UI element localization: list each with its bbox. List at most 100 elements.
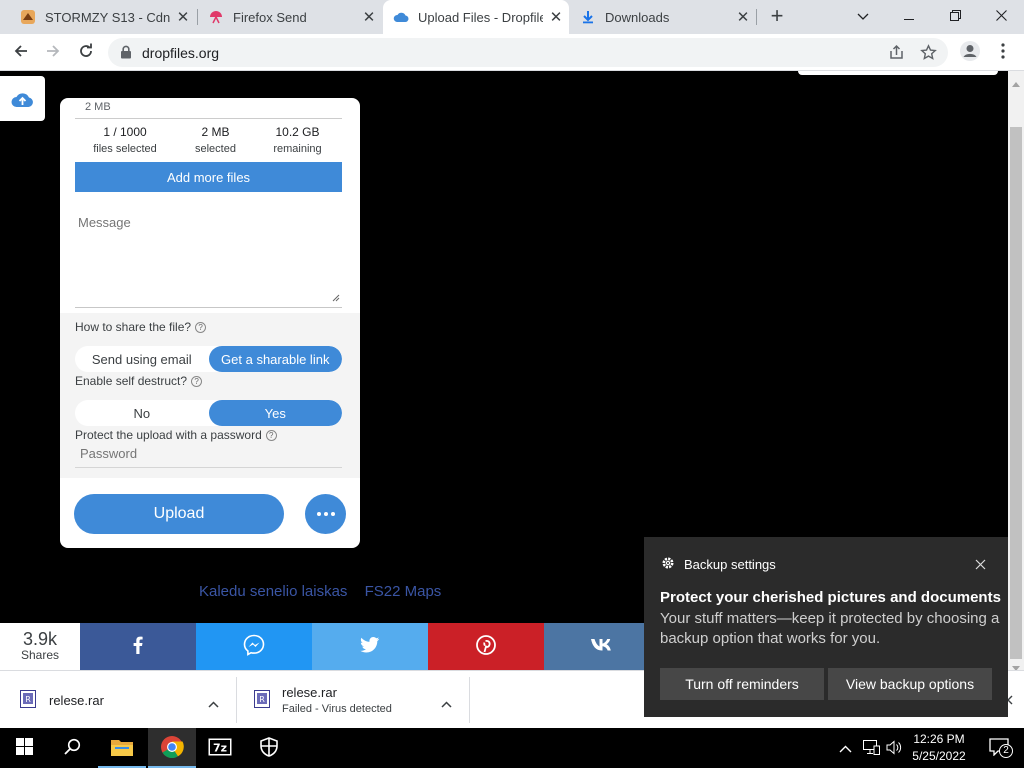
notification-count-badge: 2 xyxy=(999,743,1013,758)
files-selected-stat: 1 / 1000 files selected xyxy=(93,125,157,155)
svg-text:R: R xyxy=(25,695,31,704)
resize-handle-icon[interactable] xyxy=(332,290,340,305)
vk-icon xyxy=(590,638,614,655)
chevron-up-icon[interactable] xyxy=(208,696,219,711)
taskbar-file-explorer[interactable] xyxy=(98,728,146,768)
scrollbar-thumb[interactable] xyxy=(1010,127,1022,659)
volume-icon[interactable] xyxy=(886,740,903,758)
profile-button[interactable] xyxy=(956,38,984,66)
share-twitter-button[interactable] xyxy=(312,623,428,670)
self-destruct-label: Enable self destruct?? xyxy=(75,374,203,388)
twitter-icon xyxy=(360,637,380,656)
tab-label: STORMZY S13 - Cdn.di xyxy=(45,9,170,25)
stormzy-favicon-icon xyxy=(20,9,36,25)
system-clock[interactable]: 12:26 PM 5/25/2022 xyxy=(906,731,972,765)
tab-downloads[interactable]: Downloads ✕ xyxy=(570,0,756,34)
gear-icon xyxy=(661,556,675,573)
share-vk-button[interactable] xyxy=(544,623,660,670)
tab-search-button[interactable] xyxy=(840,0,886,32)
more-options-button[interactable] xyxy=(305,494,346,534)
upload-cloud-button[interactable] xyxy=(0,76,45,121)
message-textarea[interactable]: Message xyxy=(75,208,342,308)
close-window-button[interactable] xyxy=(978,0,1024,32)
sharable-link-option[interactable]: Get a sharable link xyxy=(208,346,342,372)
taskbar-security[interactable] xyxy=(245,728,293,768)
self-destruct-no-option[interactable]: No xyxy=(75,400,209,426)
notification-app-name: Backup settings xyxy=(684,557,776,572)
lock-icon[interactable] xyxy=(120,45,132,62)
chevron-up-icon[interactable] xyxy=(839,741,852,756)
address-bar[interactable]: dropfiles.org xyxy=(108,38,948,67)
add-more-files-button[interactable]: Add more files xyxy=(75,162,342,192)
send-email-option[interactable]: Send using email xyxy=(75,346,209,372)
taskbar-chrome[interactable] xyxy=(148,728,196,768)
folder-icon xyxy=(110,737,134,760)
chevron-down-icon xyxy=(857,9,869,24)
footer-link[interactable]: FS22 Maps xyxy=(365,583,442,600)
close-icon[interactable]: ✕ xyxy=(356,8,382,26)
download-item[interactable]: R relese.rar xyxy=(20,671,230,729)
clock-date: 5/25/2022 xyxy=(912,749,966,763)
share-count: 3.9k Shares xyxy=(20,628,60,662)
windows-logo-icon xyxy=(15,738,33,758)
download-item-failed[interactable]: R relese.rar Failed - Virus detected xyxy=(254,671,464,729)
avatar-icon xyxy=(959,40,981,65)
turn-off-reminders-button[interactable]: Turn off reminders xyxy=(660,668,824,700)
footer-link[interactable]: Kaledu senelio laiskas xyxy=(199,583,347,600)
close-icon[interactable] xyxy=(975,558,986,573)
search-icon xyxy=(63,738,81,758)
network-icon[interactable] xyxy=(863,740,880,758)
notification-body: Your stuff matters—keep it protected by … xyxy=(660,610,1000,647)
upload-button[interactable]: Upload xyxy=(74,494,284,534)
firefox-send-favicon-icon xyxy=(208,9,224,25)
shield-icon xyxy=(260,736,278,760)
tab-upload-files[interactable]: Upload Files - Dropfile ✕ xyxy=(383,0,569,34)
tab-strip: STORMZY S13 - Cdn.di ✕ Firefox Send ✕ Up… xyxy=(0,0,1024,34)
pinterest-icon xyxy=(476,635,496,658)
back-button[interactable] xyxy=(7,38,35,66)
scroll-up-arrow-icon[interactable] xyxy=(1012,75,1020,90)
restore-button[interactable] xyxy=(932,0,978,32)
minimize-button[interactable] xyxy=(886,0,932,32)
search-button[interactable] xyxy=(48,728,96,768)
url-text: dropfiles.org xyxy=(142,45,220,61)
star-icon[interactable] xyxy=(920,44,937,64)
tab-stormzy[interactable]: STORMZY S13 - Cdn.di ✕ xyxy=(10,0,196,34)
password-field[interactable]: Password xyxy=(75,438,342,468)
close-icon[interactable]: ✕ xyxy=(543,8,569,26)
self-destruct-yes-option[interactable]: Yes xyxy=(208,400,342,426)
help-icon[interactable]: ? xyxy=(195,321,207,333)
footer-links: Kaledu senelio laiskas FS22 Maps xyxy=(199,583,454,600)
reload-button[interactable] xyxy=(72,38,100,66)
cloud-favicon-icon xyxy=(393,9,409,25)
reload-icon xyxy=(78,43,94,62)
taskbar: 7z 12:26 PM 5/25/2022 2 xyxy=(0,728,1024,768)
share-pinterest-button[interactable] xyxy=(428,623,544,670)
help-icon[interactable]: ? xyxy=(191,375,203,387)
close-icon[interactable]: ✕ xyxy=(170,8,196,26)
tab-firefox-send[interactable]: Firefox Send ✕ xyxy=(198,0,382,34)
share-method-label: How to share the file?? xyxy=(75,320,207,334)
new-tab-button[interactable]: + xyxy=(756,0,798,32)
close-icon[interactable]: ✕ xyxy=(730,8,756,26)
tab-label: Upload Files - Dropfile xyxy=(418,9,543,25)
arrow-left-icon xyxy=(13,43,29,62)
size-limit-label: 2 MB xyxy=(85,101,111,113)
arrow-right-icon xyxy=(45,43,61,62)
share-messenger-button[interactable] xyxy=(196,623,312,670)
forward-button[interactable] xyxy=(39,38,67,66)
chevron-up-icon[interactable] xyxy=(441,696,452,711)
share-icon[interactable] xyxy=(888,44,905,64)
tab-label: Downloads xyxy=(605,9,670,25)
taskbar-7zip[interactable]: 7z xyxy=(196,728,244,768)
7zip-icon: 7z xyxy=(208,738,232,759)
start-button[interactable] xyxy=(0,728,48,768)
view-backup-options-button[interactable]: View backup options xyxy=(828,668,992,700)
vertical-scrollbar[interactable] xyxy=(1008,71,1024,671)
menu-button[interactable] xyxy=(989,38,1017,66)
notification-header: Backup settings xyxy=(661,556,776,573)
share-facebook-button[interactable] xyxy=(80,623,196,670)
clock-time: 12:26 PM xyxy=(913,732,965,746)
tab-label: Firefox Send xyxy=(233,9,307,25)
action-center-button[interactable]: 2 xyxy=(975,728,1023,768)
